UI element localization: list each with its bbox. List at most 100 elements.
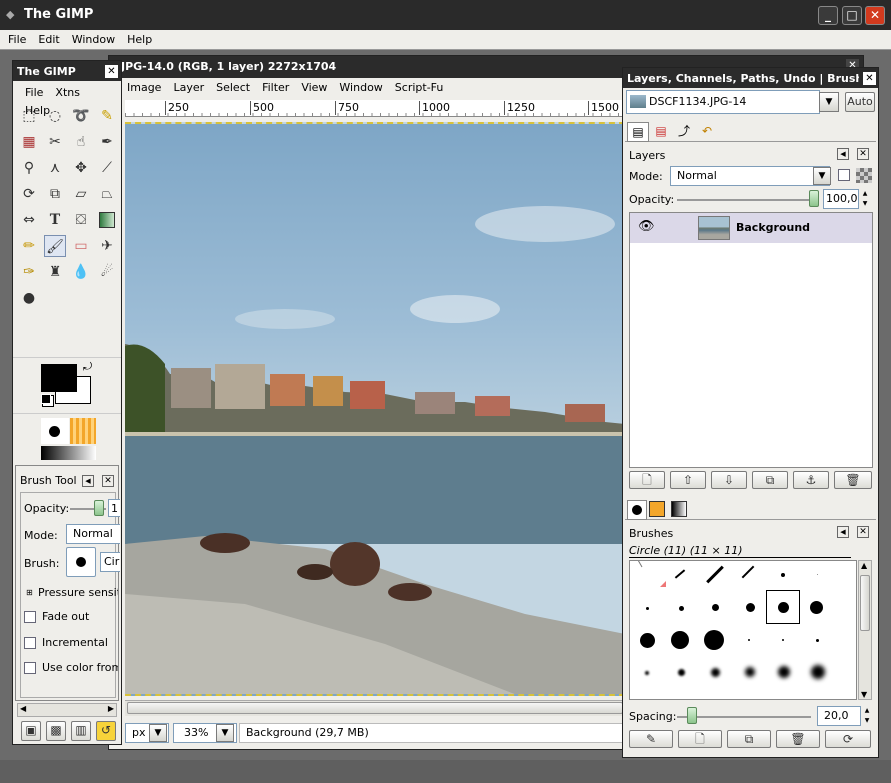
brushes-grid[interactable] [629,560,857,700]
dock-close-icon[interactable]: ✕ [863,72,876,85]
crop-icon[interactable]: ⟋ [96,157,118,179]
auto-button[interactable]: Auto [845,92,875,112]
maximize-button[interactable]: □ [842,6,862,25]
spacing-field[interactable]: 20,0 [817,706,861,726]
selected-brush-cell[interactable] [766,590,800,624]
toolbox-menu-file[interactable]: File [19,84,49,102]
foreground-color-swatch[interactable] [41,364,77,392]
menu-window[interactable]: Window [66,30,121,49]
swap-colors-icon[interactable]: ⤾ [83,360,92,374]
tool-options-close-icon[interactable]: ✕ [102,475,114,487]
save-options-button[interactable]: ▣ [21,721,41,741]
image-select[interactable]: DSCF1134.JPG-14 [626,90,820,114]
dodge-burn-icon[interactable]: ● [18,287,40,309]
chevron-down-icon[interactable]: ▼ [216,724,234,742]
tool-options-scrollbar[interactable]: ◀ ▶ [17,703,117,717]
duplicate-brush-button[interactable]: ⧉ [727,730,771,748]
layers-opacity-field[interactable]: 100,0 [823,189,859,209]
eraser-icon[interactable]: ▭ [70,235,92,257]
clone-icon[interactable]: ♜ [44,261,66,283]
zoom-icon[interactable]: ⚲ [18,157,40,179]
image-menu-select[interactable]: Select [210,78,256,98]
fuzzy-select-icon[interactable]: ✎ [96,105,118,127]
chevron-down-icon[interactable]: ▼ [813,167,831,185]
airbrush-icon[interactable]: ✈ [96,235,118,257]
tab-paths[interactable]: ⤴ [673,122,695,142]
opacity-value-field[interactable]: 1 [108,499,120,517]
image-menu-image[interactable]: Image [121,78,167,98]
perspective-icon[interactable]: ⏢ [96,183,118,205]
delete-brush-button[interactable]: 🗑 [776,730,820,748]
measure-icon[interactable]: ⋏ [44,157,66,179]
spacing-slider[interactable] [677,716,811,718]
menu-edit[interactable]: Edit [32,30,65,49]
fade-out-checkbox[interactable]: Fade out [24,610,89,623]
lower-layer-button[interactable]: ⇩ [711,471,747,489]
raise-layer-button[interactable]: ⇧ [670,471,706,489]
tab-menu-icon[interactable]: ◀ [837,526,849,538]
toolbox-close-icon[interactable]: ✕ [105,65,118,78]
shear-icon[interactable]: ▱ [70,183,92,205]
color-picker-icon[interactable]: ✒ [96,131,118,153]
image-menu-filter[interactable]: Filter [256,78,295,98]
ellipse-select-icon[interactable]: ◌ [44,105,66,127]
refresh-brushes-button[interactable]: ⟳ [825,730,871,748]
blur-icon[interactable]: 💧 [70,261,92,283]
tab-gradients[interactable] [671,501,687,517]
paintbrush-icon[interactable]: 🖌 [44,235,66,257]
bucket-fill-icon[interactable]: ⛋ [70,209,92,231]
layers-close-icon[interactable]: ✕ [857,148,869,160]
spin-arrows-icon[interactable]: ▲ ▼ [860,189,870,209]
chevron-down-icon[interactable]: ▼ [149,724,167,742]
rotate-icon[interactable]: ⟳ [18,183,40,205]
edit-brush-button[interactable]: ✎ [629,730,673,748]
menu-help[interactable]: Help [121,30,158,49]
minimize-button[interactable]: _ [818,6,838,25]
layers-opacity-slider-handle[interactable] [809,190,819,207]
brush-preview-button[interactable] [66,547,96,577]
toolbox-menu-xtns[interactable]: Xtns [49,84,86,102]
tab-patterns[interactable] [649,501,665,517]
layers-opacity-slider[interactable] [677,199,815,201]
mode-select[interactable]: Normal [66,524,120,544]
brush-name-field[interactable]: Cir [100,552,120,572]
foreground-select-icon[interactable]: ☝ [70,131,92,153]
horizontal-scrollbar[interactable] [125,700,625,716]
anchor-layer-button[interactable]: ⚓ [793,471,829,489]
keep-transparency-checkbox[interactable] [838,169,850,181]
tab-channels[interactable]: ▤ [650,122,672,142]
tab-menu-icon[interactable]: ◀ [837,148,849,160]
pressure-sensitivity-label[interactable]: Pressure sensit [38,586,118,599]
tab-brushes[interactable] [627,500,647,520]
layer-row[interactable]: 👁 Background [630,213,872,243]
tab-menu-icon[interactable]: ◀ [82,475,94,487]
new-brush-button[interactable]: 🗋 [678,730,722,748]
scissors-icon[interactable]: ✂ [44,131,66,153]
restore-options-button[interactable]: ▩ [46,721,66,741]
text-icon[interactable]: T [44,209,66,231]
close-button[interactable]: ✕ [865,6,885,25]
lasso-icon[interactable]: ➰ [70,105,92,127]
image-menu-view[interactable]: View [295,78,333,98]
brushes-close-icon[interactable]: ✕ [857,526,869,538]
expander-icon[interactable]: ⊞ [26,588,33,597]
delete-options-button[interactable]: ▥ [71,721,91,741]
tab-layers[interactable]: ▤ [627,122,649,142]
image-menu-scriptfu[interactable]: Script-Fu [389,78,450,98]
duplicate-layer-button[interactable]: ⧉ [752,471,788,489]
image-canvas[interactable] [125,122,625,696]
flip-icon[interactable]: ⇔ [18,209,40,231]
brushes-scrollbar[interactable]: ▲ ▼ [858,560,872,700]
current-brush-preview[interactable] [41,418,69,444]
image-menu-layer[interactable]: Layer [167,78,210,98]
delete-layer-button[interactable]: 🗑 [834,471,872,489]
scale-icon[interactable]: ⧉ [44,183,66,205]
rect-select-icon[interactable]: ⬚ [18,105,40,127]
use-color-checkbox[interactable]: Use color from [24,661,118,674]
move-icon[interactable]: ✥ [70,157,92,179]
menu-file[interactable]: File [2,30,32,49]
default-colors-icon[interactable] [41,394,51,404]
ink-icon[interactable]: ✑ [18,261,40,283]
current-pattern-preview[interactable] [70,418,96,444]
blend-icon[interactable] [99,212,115,228]
